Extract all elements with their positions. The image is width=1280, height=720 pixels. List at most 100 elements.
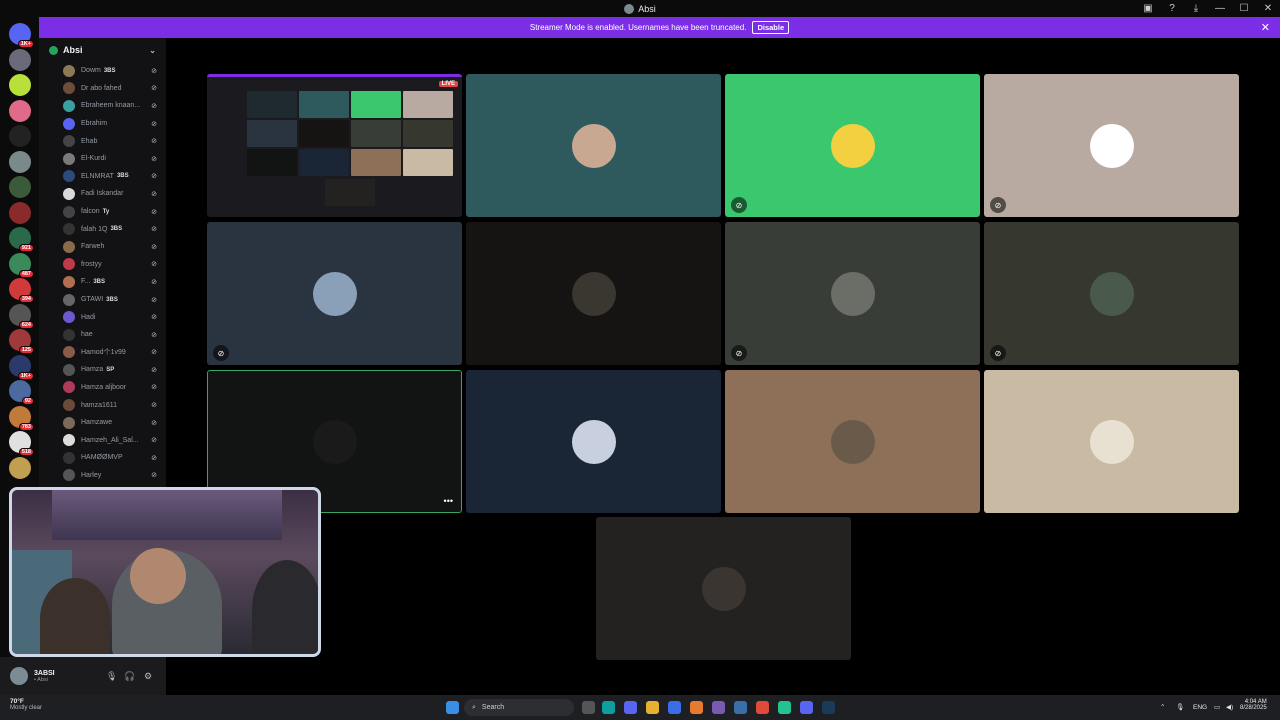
live-badge: LIVE [438, 81, 458, 87]
task-view-icon[interactable] [582, 701, 595, 714]
voice-member[interactable]: falah 1Q 3BS ⊘ [39, 220, 166, 238]
network-icon[interactable]: ▭ [1214, 703, 1220, 711]
participant-tile[interactable]: ⊘ [984, 74, 1239, 217]
server-icon[interactable] [9, 74, 31, 96]
avatar [63, 152, 75, 165]
more-options-icon[interactable]: ••• [444, 496, 453, 506]
app-icon-a[interactable] [690, 701, 703, 714]
voice-member[interactable]: Ebraheem knaan... ⊘ [39, 97, 166, 115]
participant-tile[interactable]: ⊘ [984, 222, 1239, 365]
muted-icon: ⊘ [151, 331, 157, 339]
voice-member[interactable]: Ehab ⊘ [39, 132, 166, 150]
participant-tile[interactable] [596, 517, 851, 660]
server-icon[interactable]: 92 [9, 380, 34, 405]
voice-member[interactable]: El-Kurdi ⊘ [39, 150, 166, 168]
muted-icon: ⊘ [151, 402, 157, 410]
avatar [63, 346, 75, 359]
language-indicator[interactable]: ENG [1193, 704, 1207, 711]
server-icon[interactable] [9, 456, 31, 479]
chevron-down-icon[interactable]: ⌄ [149, 46, 156, 55]
voice-channel-header[interactable]: Absi ⌄ [39, 38, 166, 62]
steam-icon[interactable] [822, 701, 835, 714]
microphone-icon[interactable]: 🎙 [106, 671, 117, 682]
voice-member[interactable]: frostyy ⊘ [39, 256, 166, 274]
volume-icon[interactable]: ◀) [1226, 703, 1233, 711]
disable-streamer-mode-button[interactable]: Disable [752, 21, 790, 34]
voice-member[interactable]: Hamza SP ⊘ [39, 361, 166, 379]
voice-member[interactable]: Ebrahim ⊘ [39, 115, 166, 133]
app-icon-obs[interactable] [712, 701, 725, 714]
server-icon[interactable]: 394 [9, 278, 34, 303]
server-icon[interactable] [9, 125, 31, 147]
participant-tile[interactable]: ⊘ [207, 222, 462, 365]
muted-icon: ⊘ [151, 419, 157, 427]
stream-tile[interactable]: LIVE [207, 74, 462, 217]
file-explorer-icon[interactable] [646, 701, 659, 714]
avatar [63, 275, 75, 288]
discord-icon[interactable] [800, 701, 813, 714]
weather-temp: 70°F [10, 698, 24, 705]
server-icon[interactable]: 1K+ [9, 23, 34, 48]
headphones-icon[interactable]: 🎧 [124, 671, 135, 682]
server-icon[interactable]: 624 [9, 303, 34, 329]
microphone-tray-icon[interactable]: 🎙 [1176, 703, 1184, 711]
copilot-icon[interactable] [624, 701, 637, 714]
server-icon[interactable]: 125 [9, 329, 34, 354]
voice-member[interactable]: falcon Ty ⊘ [39, 203, 166, 221]
voice-member[interactable]: Harley ⊘ [39, 467, 166, 485]
voice-member[interactable]: Hamza aljboor ⊘ [39, 379, 166, 397]
voice-member[interactable]: Dr abo fahed ⊘ [39, 80, 166, 98]
server-icon[interactable]: 518 [9, 431, 34, 456]
voice-member[interactable]: Fadi Iskandar ⊘ [39, 185, 166, 203]
voice-member[interactable]: ELNMRAT 3BS ⊘ [39, 168, 166, 186]
weather-widget[interactable]: 70°F Mostly clear [10, 698, 42, 711]
voice-member[interactable]: F... 3BS ⊘ [39, 273, 166, 291]
start-icon[interactable] [446, 701, 459, 714]
clock[interactable]: 4:04 AM 8/28/2025 [1240, 699, 1267, 711]
edge-icon[interactable] [602, 701, 615, 714]
maximize-button[interactable]: ☐ [1238, 3, 1250, 15]
app-icon-notes[interactable] [734, 701, 747, 714]
minimize-button[interactable]: — [1214, 3, 1226, 15]
voice-member[interactable]: Hamod个1v99 ⊘ [39, 344, 166, 362]
participant-tile[interactable] [466, 74, 721, 217]
participant-tile[interactable] [725, 370, 980, 513]
help-icon[interactable]: ? [1166, 3, 1178, 15]
server-icon[interactable] [9, 176, 31, 198]
app-icon-green[interactable] [778, 701, 791, 714]
voice-member[interactable]: hae ⊘ [39, 326, 166, 344]
inbox-icon[interactable]: ▣ [1142, 3, 1154, 15]
avatar [63, 187, 75, 200]
server-icon[interactable] [9, 99, 31, 122]
server-icon[interactable]: 783 [9, 405, 34, 431]
voice-member[interactable]: hamza1611 ⊘ [39, 396, 166, 414]
server-icon[interactable]: 1K+ [9, 354, 34, 380]
voice-member[interactable]: GTAWI 3BS ⊘ [39, 291, 166, 309]
server-icon[interactable] [9, 48, 31, 71]
search-input[interactable]: Search [482, 704, 504, 711]
voice-member[interactable]: Hadi ⊘ [39, 308, 166, 326]
taskbar-search[interactable]: ⌕ Search [464, 699, 574, 716]
gear-icon[interactable]: ⚙ [144, 671, 152, 682]
close-window-button[interactable]: ✕ [1262, 3, 1274, 15]
download-icon[interactable]: ⤓ [1190, 3, 1202, 15]
voice-member[interactable]: Hamzeh_Ali_Sal... ⊘ [39, 431, 166, 449]
participant-tile[interactable]: ⊘ [725, 74, 980, 217]
participant-tile[interactable]: ⊘ [725, 222, 980, 365]
store-icon[interactable] [668, 701, 681, 714]
server-icon[interactable] [9, 150, 31, 173]
voice-member[interactable]: HAMØØMVP ⊘ [39, 449, 166, 467]
voice-member[interactable]: Hamzawe ⊘ [39, 414, 166, 432]
voice-member[interactable]: Dowm 3BS ⊘ [39, 62, 166, 80]
chevron-up-icon[interactable]: ⌃ [1160, 703, 1165, 711]
server-icon[interactable]: 487 [9, 252, 34, 278]
server-icon[interactable] [9, 201, 31, 224]
participant-tile[interactable] [984, 370, 1239, 513]
close-banner-icon[interactable]: ✕ [1261, 21, 1270, 34]
server-icon[interactable]: 921 [9, 227, 34, 252]
participant-tile[interactable] [466, 222, 721, 365]
voice-member[interactable]: Farweh ⊘ [39, 238, 166, 256]
participant-tile[interactable] [466, 370, 721, 513]
avatar[interactable] [10, 667, 28, 685]
chrome-icon[interactable] [756, 701, 769, 714]
